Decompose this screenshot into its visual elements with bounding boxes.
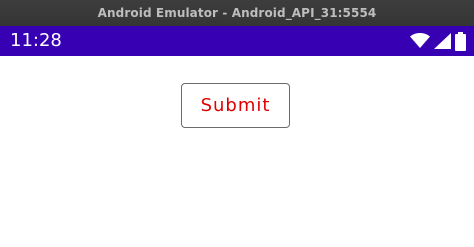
cellular-signal-icon [434,33,451,49]
android-status-bar: 11:28 [0,26,474,56]
battery-icon [455,31,466,51]
emulator-window-titlebar: Android Emulator - Android_API_31:5554 [0,0,474,26]
submit-button[interactable]: Submit [181,83,290,128]
app-content: Submit [0,56,474,247]
status-icons [410,31,466,51]
window-title: Android Emulator - Android_API_31:5554 [97,6,377,20]
status-time: 11:28 [10,30,62,51]
wifi-icon [410,33,430,49]
